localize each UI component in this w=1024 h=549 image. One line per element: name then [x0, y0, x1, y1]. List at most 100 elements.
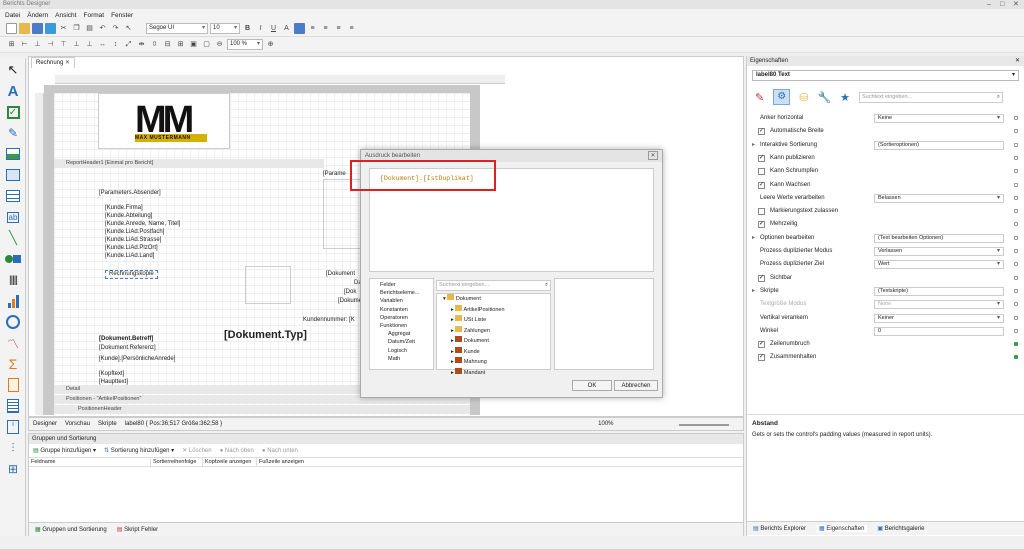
line-tool-icon[interactable]: ╲ — [4, 229, 22, 247]
add-group-button[interactable]: ▤ Gruppe hinzufügen ▾ — [33, 447, 96, 454]
property-row[interactable]: ✓ Zeilenumbruch — [752, 338, 1020, 351]
property-row[interactable]: ▸ (Sortieroptionen) Interaktive Sortierung — [752, 139, 1020, 152]
align-grid-icon[interactable]: ⊞ — [6, 39, 17, 50]
pagebreak-tool-icon[interactable] — [4, 376, 22, 394]
reset-icon[interactable] — [1014, 288, 1018, 293]
barcode-tool-icon[interactable]: ||||| — [4, 271, 22, 289]
field-rechnungskopie[interactable]: Rechnungskopie — [105, 270, 158, 279]
field-strasse[interactable]: [Kunde.LiAd.Strasse] — [105, 237, 161, 244]
component-select[interactable]: label80 Text ▾ — [752, 70, 1019, 81]
center-horizontal-icon[interactable]: ⊟ — [162, 39, 173, 50]
font-size-select[interactable]: 10 — [210, 23, 240, 34]
add-sort-button[interactable]: ⇅ Sortierung hinzufügen ▾ — [104, 447, 174, 454]
reset-icon[interactable] — [1014, 116, 1018, 120]
tree-dokument-root[interactable]: ▾ Dokument — [437, 294, 550, 305]
character-comb-icon[interactable]: ab — [4, 208, 22, 226]
reset-icon[interactable] — [1014, 222, 1018, 227]
save-all-icon[interactable] — [45, 23, 56, 34]
center-vertical-icon[interactable]: ⊞ — [175, 39, 186, 50]
menu-datei[interactable]: Datei — [5, 12, 20, 19]
property-value[interactable]: Wert — [874, 260, 1004, 270]
field-referenz[interactable]: [Dokument.Referenz] — [99, 345, 156, 352]
menu-aendern[interactable]: Ändern — [27, 12, 48, 19]
logo[interactable]: MM MAX MUSTERMANN — [98, 93, 230, 149]
property-value[interactable]: Verlassen — [874, 247, 1004, 256]
richtext-tool-icon[interactable]: ✎ — [4, 124, 22, 142]
dropdown-icon[interactable]: ▾ — [997, 258, 1000, 271]
category-berichtselemente[interactable]: Berichtseleme... — [380, 289, 423, 297]
tab-skript-fehler[interactable]: ▤ Skript Fehler — [117, 526, 158, 533]
dropdown-icon[interactable]: ▾ — [997, 298, 1000, 311]
minimize-icon[interactable]: – — [987, 0, 991, 9]
category-variablen[interactable]: Variablen — [380, 297, 423, 305]
send-back-icon[interactable]: ▢ — [201, 39, 212, 50]
tree-ust-liste[interactable]: ▸ USt Liste — [437, 315, 550, 326]
property-checkbox[interactable]: ✓ — [758, 274, 765, 282]
dropdown-icon[interactable]: ▾ — [997, 192, 1000, 205]
field-parameters[interactable]: [Parame — [323, 171, 346, 178]
tree-mandant[interactable]: ▸ Mandant — [437, 367, 550, 379]
tab-berichtsgalerie[interactable]: ▣ Berichtsgalerie — [877, 525, 924, 532]
zoom-out-icon[interactable]: ⊖ — [214, 39, 225, 50]
property-row[interactable]: ✓ Mehrzeilig — [752, 218, 1020, 231]
checkbox-tool-icon[interactable]: ✓ — [4, 103, 22, 121]
category-math[interactable]: Math — [380, 355, 423, 363]
expand-icon[interactable]: ▸ — [752, 285, 755, 298]
align-tops-icon[interactable]: ⊤ — [58, 39, 69, 50]
property-row[interactable]: ▸ (Text bearbeiten Optionen) Optionen bear… — [752, 232, 1020, 245]
tab-eigenschaften[interactable]: ▦ Eigenschaften — [816, 525, 868, 532]
gauge-tool-icon[interactable] — [4, 313, 22, 331]
property-row[interactable]: ✓ Kann Wachsen — [752, 179, 1020, 192]
report-header-band[interactable]: ReportHeader1 [Einmal pro Bericht] — [54, 159, 324, 168]
undo-icon[interactable]: ↶ — [97, 23, 108, 34]
align-rights-icon[interactable]: ⊣ — [45, 39, 56, 50]
col-feldname[interactable]: Feldname — [29, 458, 151, 466]
field-pers-anrede[interactable]: [Kunde].[PersönlicheAnrede] — [99, 356, 175, 363]
same-height-icon[interactable]: ↕ — [110, 39, 121, 50]
vspacing-icon[interactable]: ⇳ — [149, 39, 160, 50]
category-funktionen[interactable]: Funktionen — [380, 322, 423, 330]
label-tool-icon[interactable]: A — [4, 82, 22, 100]
field-land[interactable]: [Kunde.LiAd.Land] — [105, 253, 154, 260]
col-kopfzeile[interactable]: Kopfzeile anzeigen — [203, 458, 257, 466]
property-value[interactable]: (Textskripte) — [874, 286, 1004, 296]
picture-tool-icon[interactable] — [4, 145, 22, 163]
property-checkbox[interactable]: ✓ — [758, 221, 765, 229]
expand-icon[interactable]: ▸ — [752, 232, 755, 245]
data-icon[interactable]: ⛁ — [799, 91, 808, 104]
property-checkbox[interactable]: ✓ — [758, 354, 765, 362]
property-value[interactable]: Keiner — [874, 313, 1004, 323]
field-dokument-typ[interactable]: [Dokument.Typ] — [224, 329, 307, 341]
property-checkbox[interactable]: ✓ — [758, 154, 765, 162]
forecolor-icon[interactable]: A — [281, 23, 292, 34]
new-icon[interactable] — [6, 23, 17, 34]
property-checkbox[interactable]: ✓ — [758, 181, 765, 189]
align-lefts-icon[interactable]: ⊢ — [19, 39, 30, 50]
paste-icon[interactable]: ▤ — [84, 23, 95, 34]
open-icon[interactable] — [19, 23, 30, 34]
align-centers-icon[interactable]: ⊥ — [32, 39, 43, 50]
property-checkbox[interactable] — [758, 208, 765, 216]
sparkline-tool-icon[interactable]: 〽 — [4, 334, 22, 352]
category-felder[interactable]: Felder — [380, 281, 423, 289]
align-right-icon[interactable]: ≡ — [333, 23, 344, 34]
align-bottoms-icon[interactable]: ⊥ — [84, 39, 95, 50]
bold-icon[interactable]: B — [242, 23, 253, 34]
reset-icon[interactable] — [1014, 249, 1018, 253]
ok-button[interactable]: OK — [572, 380, 612, 391]
field-kundennummer[interactable]: Kundennummer: [K — [303, 317, 355, 324]
copy-icon[interactable]: ❐ — [71, 23, 82, 34]
move-down-button[interactable]: ● Nach unten — [262, 448, 298, 454]
chart-tool-icon[interactable] — [4, 292, 22, 310]
pageinfo-tool-icon[interactable]: i — [4, 418, 22, 436]
align-center-icon[interactable]: ≡ — [320, 23, 331, 34]
field-kopftext[interactable]: [Kopftext] — [99, 371, 124, 378]
property-row[interactable]: ✓ Sichtbar — [752, 272, 1020, 285]
reset-icon[interactable] — [1014, 355, 1018, 360]
properties-close-icon[interactable]: ✕ — [1015, 56, 1020, 66]
reset-icon[interactable] — [1014, 155, 1018, 160]
dropdown-icon[interactable]: ▾ — [997, 312, 1000, 325]
placeholder-box[interactable] — [245, 266, 291, 304]
col-fusszeile[interactable]: Fußzeile anzeigen — [257, 458, 311, 466]
cut-icon[interactable]: ✂ — [58, 23, 69, 34]
